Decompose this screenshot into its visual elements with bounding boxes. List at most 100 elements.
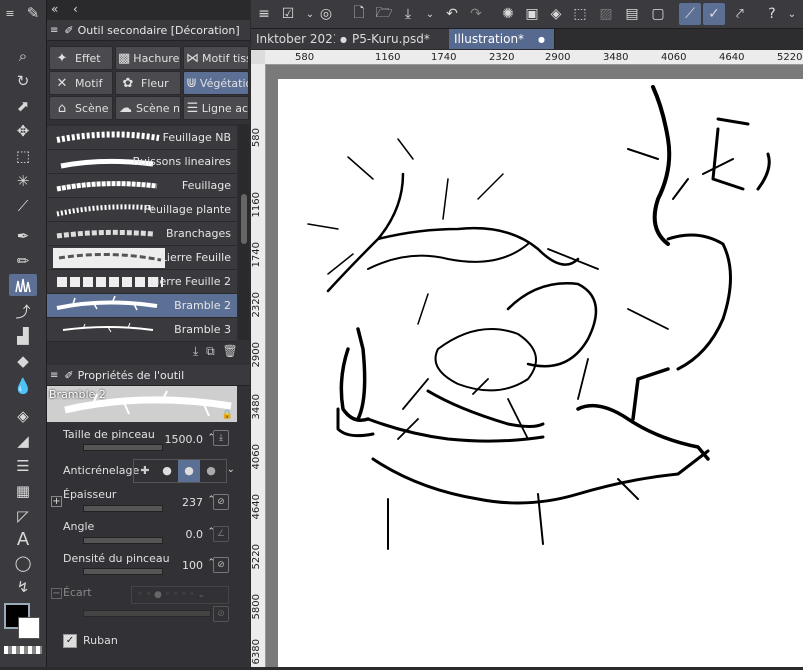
angle-value[interactable]: 0.0 [186, 528, 204, 541]
pen-icon[interactable]: ✒ [9, 225, 37, 247]
thickness-slider[interactable] [83, 505, 163, 512]
chevron-down-icon[interactable]: ⌄ [781, 3, 803, 25]
spiral-icon[interactable]: ◎ [315, 3, 337, 25]
list-item[interactable]: Feuillage NB [47, 126, 237, 150]
antialias-strong-icon[interactable]: ● [200, 460, 222, 482]
spacing-slider[interactable] [83, 610, 211, 617]
export-icon[interactable]: ⤓ [397, 3, 419, 25]
clear-icon[interactable]: ▣ [521, 3, 543, 25]
download-icon[interactable]: ⤓ [193, 344, 198, 358]
list-item[interactable]: Feuillage [47, 174, 237, 198]
group-motif-tissu[interactable]: ⋈Motif tissu [183, 46, 249, 70]
group-ligne[interactable]: ☰ Ligne ac [183, 96, 249, 120]
layer-property-icon[interactable]: ☑ [277, 3, 299, 25]
lock-icon[interactable]: 🔒 [222, 410, 233, 420]
pen-nib-icon[interactable]: ✎ [24, 2, 42, 24]
antialias-medium-icon[interactable]: ● [178, 460, 200, 482]
close-icon[interactable]: ● [340, 35, 347, 44]
density-value[interactable]: 100 [182, 559, 203, 572]
list-item[interactable]: Lierre Feuille 2 [47, 270, 237, 294]
loading-icon[interactable]: ✺ [497, 3, 519, 25]
open-folder-icon[interactable]: 🗁 [373, 3, 395, 25]
snap-to-ruler-icon[interactable]: ⤤ [729, 3, 751, 25]
menu-icon[interactable]: ≡ [2, 2, 18, 24]
thickness-value[interactable]: 237 [182, 496, 203, 509]
snap-ruler-icon[interactable]: ▤ [621, 3, 643, 25]
pressure-icon[interactable]: ⊘ [213, 494, 229, 510]
group-effet[interactable]: ✦ Effet [49, 46, 113, 70]
text-icon[interactable]: A [9, 528, 37, 550]
rotate-icon[interactable]: ↻ [9, 70, 37, 92]
hatch-icon[interactable]: ☰ [9, 455, 37, 477]
menu-icon[interactable]: ≡ [50, 25, 58, 36]
deselect-icon[interactable]: ⬚ [569, 3, 591, 25]
pressure-icon[interactable]: ⊘ [213, 557, 229, 573]
trash-icon[interactable]: 🗑 [223, 344, 238, 358]
size-mode-icon[interactable]: ⤓ [213, 430, 229, 446]
redo-icon[interactable]: ↷ [465, 3, 487, 25]
object-select-icon[interactable]: ⬈ [9, 95, 37, 117]
ribbon-checkbox[interactable]: ✓ [63, 634, 77, 648]
group-scene-n[interactable]: ☁ Scène n [115, 96, 181, 120]
list-item[interactable]: Buissons lineaires [47, 150, 237, 174]
correct-line-icon[interactable]: ↯ [9, 576, 37, 598]
tab-illustration[interactable]: Illustration* ● [449, 29, 555, 49]
expand-icon[interactable]: + [51, 496, 62, 507]
list-item[interactable]: Feuillage plante [47, 198, 237, 222]
angle-mode-icon[interactable]: ∠ [213, 526, 229, 542]
group-hachures[interactable]: ▩ Hachures [115, 46, 181, 70]
transparent-color-swatch[interactable] [4, 646, 42, 654]
menu-icon[interactable]: ≡ [253, 3, 275, 25]
help-icon[interactable]: ? [761, 3, 783, 25]
frame-icon[interactable]: ▦ [9, 480, 37, 502]
list-item[interactable]: Branchages [47, 222, 237, 246]
list-item[interactable]: Lierre Feuille [47, 246, 237, 270]
fill-selection-icon[interactable]: ◈ [545, 3, 567, 25]
crop-icon[interactable]: ▨ [595, 3, 617, 25]
collapse-icon[interactable]: − [51, 588, 62, 599]
magic-wand-icon[interactable]: ✳ [9, 170, 37, 192]
menu-icon[interactable]: ≡ [50, 370, 58, 381]
move-icon[interactable]: ✥ [9, 120, 37, 142]
antialias-none-icon[interactable]: ✚ [134, 460, 156, 482]
close-icon[interactable]: ● [538, 35, 545, 44]
collapse-left-icon[interactable]: « [51, 2, 58, 16]
gradient-pen-icon[interactable]: ▟ [9, 325, 37, 347]
brush-size-value[interactable]: 1500.0 [165, 433, 204, 446]
zoom-icon[interactable]: ⌕ [9, 45, 37, 67]
drawing-canvas[interactable] [278, 79, 803, 667]
list-item[interactable]: Bramble 2 [47, 294, 237, 318]
angle-slider[interactable] [83, 537, 163, 544]
snap-grid-icon[interactable]: ▢ [647, 3, 669, 25]
new-file-icon[interactable]: 🗋 [348, 3, 370, 25]
antialias-selector[interactable]: ✚ ● ● ● [133, 459, 227, 483]
tab-p5-kuru[interactable]: ● P5-Kuru.psd* [335, 29, 451, 49]
blend-icon[interactable]: 💧 [9, 375, 37, 397]
marquee-icon[interactable]: ⬚ [9, 145, 37, 167]
eyedropper-icon[interactable]: ⟋ [9, 195, 37, 217]
fill-icon[interactable]: ◈ [9, 405, 37, 427]
spacing-mode-selector[interactable]: ◦ ◦ ● ◦ ◦ ◦ ◦ ⌄ [131, 586, 229, 604]
decoration-brush-icon[interactable] [9, 274, 37, 296]
group-scene[interactable]: ⌂ Scène [49, 96, 113, 120]
group-vegetation[interactable]: ⋓Végétation [183, 71, 249, 95]
group-motif[interactable]: ✕ Motif [49, 71, 113, 95]
chevron-down-icon[interactable]: ⌄ [227, 464, 235, 475]
sub-color-swatch[interactable] [18, 617, 40, 639]
chevron-left-icon[interactable]: ‹ [73, 2, 78, 16]
brush-list-scrollbar[interactable] [239, 124, 249, 340]
snap-perspective-icon[interactable]: ✓ [703, 3, 725, 25]
figure-icon[interactable]: ◢ [9, 430, 37, 452]
snap-special-ruler-icon[interactable]: ⟋ [679, 3, 701, 25]
eraser-icon[interactable]: ◆ [9, 350, 37, 372]
ruler-icon[interactable]: ◸ [9, 505, 37, 527]
chevron-down-icon[interactable]: ⌄ [419, 3, 441, 25]
balloon-icon[interactable]: ◯ [9, 552, 37, 574]
group-fleur[interactable]: ✿ Fleur [115, 71, 181, 95]
brush-size-slider[interactable] [83, 444, 163, 451]
pressure-icon[interactable]: ⊘ [213, 606, 229, 622]
density-slider[interactable] [83, 568, 163, 575]
duplicate-icon[interactable]: ⧉ [206, 344, 215, 358]
undo-icon[interactable]: ↶ [441, 3, 463, 25]
airbrush-icon[interactable]: ⤴ [9, 300, 37, 322]
